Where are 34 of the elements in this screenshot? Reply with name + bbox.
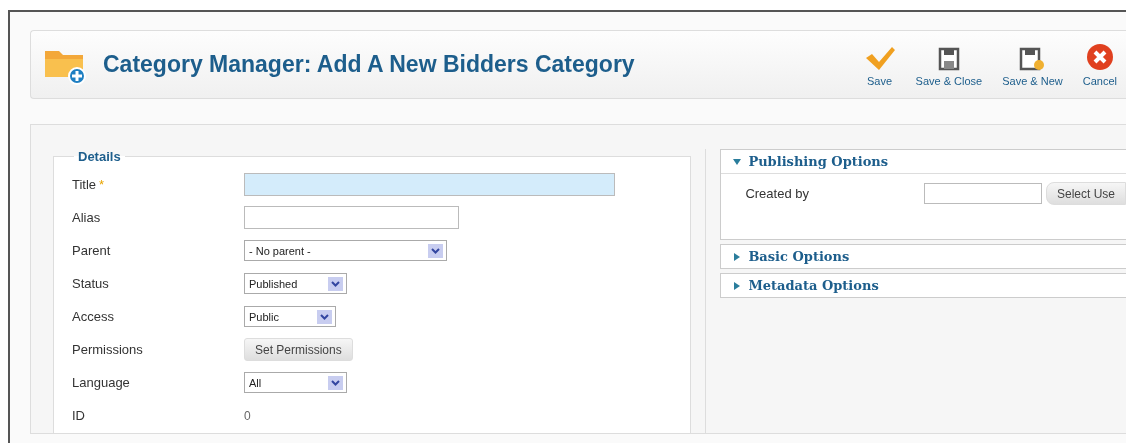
details-legend: Details <box>74 149 125 164</box>
chevron-down-icon <box>320 313 329 320</box>
dropdown[interactable]: All <box>244 372 347 393</box>
field-label: Status <box>72 276 110 291</box>
triangle-right-icon <box>733 252 742 261</box>
field-label: Created by <box>745 186 809 201</box>
field-label: Title * <box>72 177 106 192</box>
toolbar-button[interactable]: Save <box>854 44 905 87</box>
page-title: Category Manager: Add A New Bidders Category <box>103 51 636 78</box>
toolbar-button[interactable]: Save & New <box>993 46 1072 87</box>
text-field[interactable] <box>244 206 459 229</box>
id-value: 0 <box>244 408 251 423</box>
floppy-disk-plus-icon <box>1019 46 1046 71</box>
set-permissions-button[interactable]: Set Permissions <box>244 338 353 361</box>
select-user-button[interactable]: Select Use <box>1045 182 1126 205</box>
triangle-down-icon <box>733 157 742 166</box>
toolbar-button[interactable]: Cancel <box>1073 42 1126 87</box>
field-label: Permissions <box>72 342 144 357</box>
dropdown[interactable]: - No parent - <box>244 240 447 261</box>
text-field[interactable] <box>923 183 1042 204</box>
field-label: ID <box>72 408 86 423</box>
field-label: Access <box>72 309 115 324</box>
dropdown[interactable]: Published <box>244 273 347 294</box>
field-label: Parent <box>72 243 112 258</box>
field-label: Language <box>72 375 131 390</box>
triangle-right-icon <box>733 281 742 290</box>
text-field[interactable] <box>244 173 615 196</box>
chevron-down-icon <box>331 280 340 287</box>
chevron-down-icon <box>431 247 440 254</box>
field-label: Alias <box>72 210 102 225</box>
close-icon <box>1085 42 1114 71</box>
chevron-down-icon <box>331 379 340 386</box>
dropdown[interactable]: Public <box>244 306 336 327</box>
toolbar-button[interactable]: Save & Close <box>906 46 992 87</box>
